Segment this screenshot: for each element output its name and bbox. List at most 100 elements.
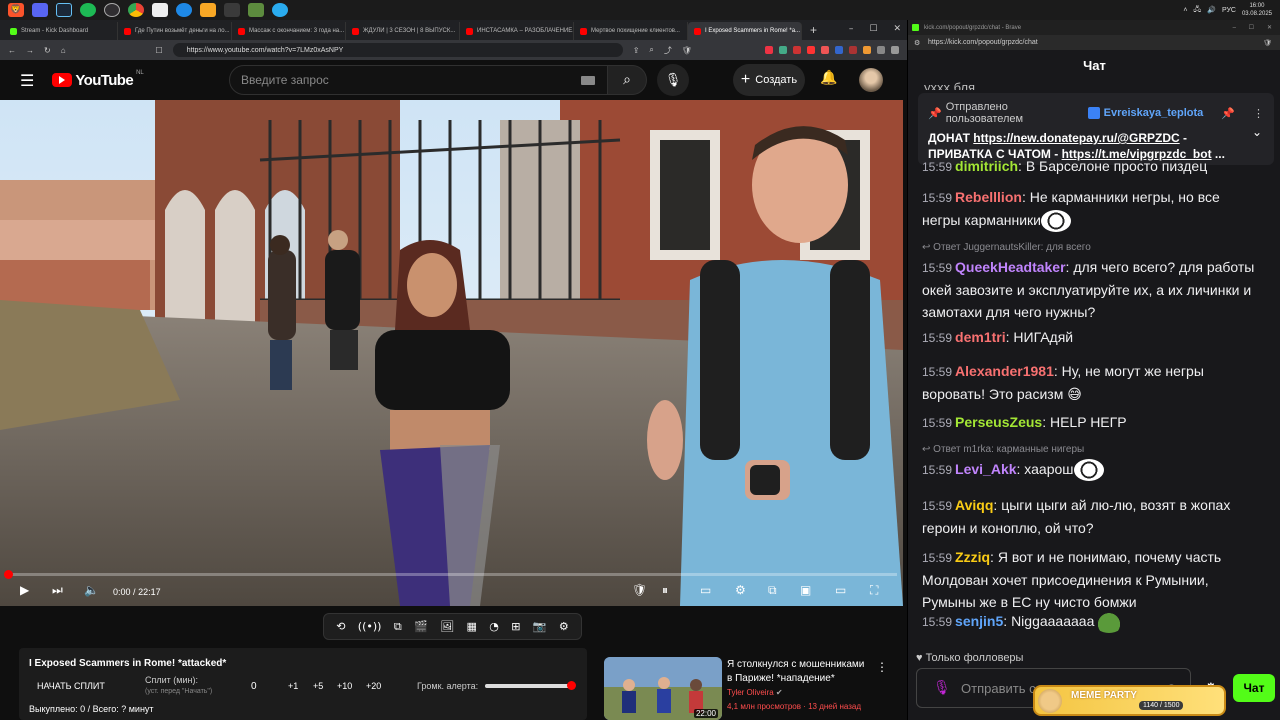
film-strip-icon[interactable]: ▦ (466, 620, 476, 633)
alert-volume-handle[interactable] (567, 681, 577, 690)
close-icon[interactable]: ✕ (893, 24, 901, 34)
browser-tab[interactable]: Мертвое похищение клиентов... (574, 22, 688, 40)
minecraft-icon[interactable] (248, 3, 264, 17)
message-username[interactable]: dimitriich (955, 158, 1018, 174)
kick-address-bar[interactable]: ⚙ https://kick.com/popout/grpzdc/chat 🛡 (908, 35, 1280, 50)
extension-icon[interactable] (877, 46, 885, 54)
meme-party-widget[interactable]: MEME PARTY 1140 / 1500 (1033, 685, 1226, 716)
menu-icon[interactable]: ☰ (20, 71, 34, 90)
maximize-icon[interactable]: ☐ (1249, 24, 1254, 31)
message-username[interactable]: senjin5 (955, 613, 1003, 629)
brave-shield-icon[interactable]: 🛡 (1263, 39, 1272, 47)
pinned-by-user[interactable]: Evreiskaya_teplota (1104, 107, 1204, 119)
extension-icon[interactable] (821, 46, 829, 54)
extension-icon[interactable] (807, 46, 815, 54)
theater-mode-icon[interactable]: ▭ (835, 583, 846, 597)
message-username[interactable]: Alexander1981 (955, 363, 1054, 379)
clock[interactable]: 16:00 03.08.2025 (1242, 2, 1272, 18)
extension-icon[interactable] (835, 46, 843, 54)
browser-tab[interactable]: I Exposed Scammers in Rome! *a... (688, 22, 802, 40)
recommendation-title[interactable]: Я столкнулся с мошенниками в Париже! *на… (727, 658, 864, 686)
extension-icon[interactable] (779, 46, 787, 54)
message-username[interactable]: PerseusZeus (955, 414, 1042, 430)
increment-10-button[interactable]: +10 (337, 681, 352, 691)
message-username[interactable]: dem1tri (955, 329, 1006, 345)
folder-icon[interactable] (200, 3, 216, 17)
steam-icon[interactable] (56, 3, 72, 17)
share-icon[interactable]: ⇪ (633, 46, 640, 55)
video-player[interactable] (0, 100, 903, 606)
notifications-bell-icon[interactable]: 🔔 (820, 70, 837, 86)
browser-tab[interactable]: Где Путин возьмёт деньги на ло... (118, 22, 232, 40)
forward-icon[interactable]: → (26, 46, 34, 55)
home-icon[interactable]: ⌂ (61, 46, 66, 55)
telegram-icon[interactable] (272, 3, 288, 17)
cast-icon[interactable]: ⧉ (394, 620, 402, 634)
bookmark-icon[interactable]: ☐ (156, 46, 163, 55)
autoplay-toggle[interactable]: ⏸ (662, 583, 668, 598)
avatar[interactable] (859, 68, 883, 92)
create-button[interactable]: + Создать (733, 64, 805, 96)
minimize-icon[interactable]: – (1233, 25, 1236, 31)
spotify-icon[interactable] (80, 3, 96, 17)
extension-icon[interactable] (793, 46, 801, 54)
brave-icon[interactable]: 🦁 (8, 3, 24, 17)
voice-search-button[interactable]: 🎙 (657, 64, 689, 96)
extension-icon[interactable] (849, 46, 857, 54)
camera-icon[interactable]: 📷 (533, 620, 547, 633)
app-icon[interactable] (152, 3, 168, 17)
language-indicator[interactable]: РУС (1222, 7, 1236, 14)
message-username[interactable]: Rebelllion (955, 189, 1022, 205)
fullscreen-icon[interactable]: ⛶ (870, 583, 878, 598)
progress-handle[interactable] (4, 570, 13, 579)
chevron-up-icon[interactable]: ˄ (1183, 7, 1187, 14)
browser-tab[interactable]: Массаж с окончанием: 3 года на... (232, 22, 346, 40)
add-icon[interactable]: ⊞ (511, 620, 520, 633)
new-tab-button[interactable]: + (810, 23, 817, 37)
pip-icon[interactable]: ▣ (800, 583, 811, 597)
image-icon[interactable]: 🖼 (440, 620, 454, 633)
increment-5-button[interactable]: +5 (313, 681, 323, 691)
network-icon[interactable]: 🖧 (1193, 5, 1201, 16)
extension-icon[interactable] (891, 46, 899, 54)
progress-bar[interactable] (6, 573, 897, 576)
maximize-icon[interactable]: ☐ (869, 24, 877, 34)
recommendation-thumbnail[interactable]: 22:00 (604, 657, 722, 720)
increment-1-button[interactable]: +1 (288, 681, 298, 691)
more-options-icon[interactable]: ⋮ (1253, 107, 1264, 120)
send-chat-button[interactable]: Чат (1233, 674, 1275, 702)
donate-link[interactable]: https://new.donatepay.ru/@GRPZDC (973, 131, 1179, 145)
subtitles-icon[interactable]: ▭ (700, 583, 711, 597)
extension-icon[interactable] (765, 46, 773, 54)
browser-tab[interactable]: ЖДУЛИ | 3 СЕЗОН | 8 ВЫПУСК... (346, 22, 460, 40)
split-value-input[interactable]: 0 (251, 681, 257, 692)
extension-icon[interactable] (863, 46, 871, 54)
keyboard-icon[interactable] (581, 76, 595, 85)
url-field[interactable]: https://www.youtube.com/watch?v=7LMz0xAs… (172, 43, 623, 57)
pin-toggle-icon[interactable]: 📌 (1221, 107, 1235, 120)
app-icon-2[interactable] (224, 3, 240, 17)
brave-shield-icon[interactable]: 🛡 (682, 46, 692, 55)
alert-volume-slider[interactable] (485, 681, 577, 690)
browser-icon[interactable] (176, 3, 192, 17)
youtube-logo[interactable]: YouTube NL (52, 70, 144, 89)
increment-20-button[interactable]: +20 (366, 681, 381, 691)
back-icon[interactable]: ← (8, 46, 16, 55)
speed-icon[interactable]: ◔ (489, 620, 499, 633)
settings-icon[interactable]: ⚙ (735, 583, 746, 597)
share-link-icon[interactable]: ⤴ (664, 45, 672, 56)
more-options-icon[interactable]: ⋮ (876, 660, 888, 674)
volume-icon[interactable]: 🔊 (1207, 6, 1216, 14)
cinema-icon[interactable]: 🎬 (414, 620, 428, 633)
reload-icon[interactable]: ↻ (44, 46, 51, 55)
close-icon[interactable]: ✕ (1267, 24, 1272, 31)
audio-icon[interactable]: ((•)) (358, 620, 382, 633)
gear-icon[interactable]: ⚙ (559, 620, 569, 633)
message-username[interactable]: Aviqq (955, 497, 993, 513)
next-button[interactable]: ⏭ (52, 583, 63, 598)
recommendation-channel[interactable]: Tyler Oliveira ✔ (727, 688, 783, 697)
browser-tab[interactable]: ИНСТАСАМКА – РАЗОБЛАЧЕНИЕ... (460, 22, 574, 40)
volume-button[interactable]: 🔈 (84, 583, 99, 597)
message-username[interactable]: Levi_Akk (955, 461, 1016, 477)
chrome-icon[interactable] (128, 3, 144, 17)
